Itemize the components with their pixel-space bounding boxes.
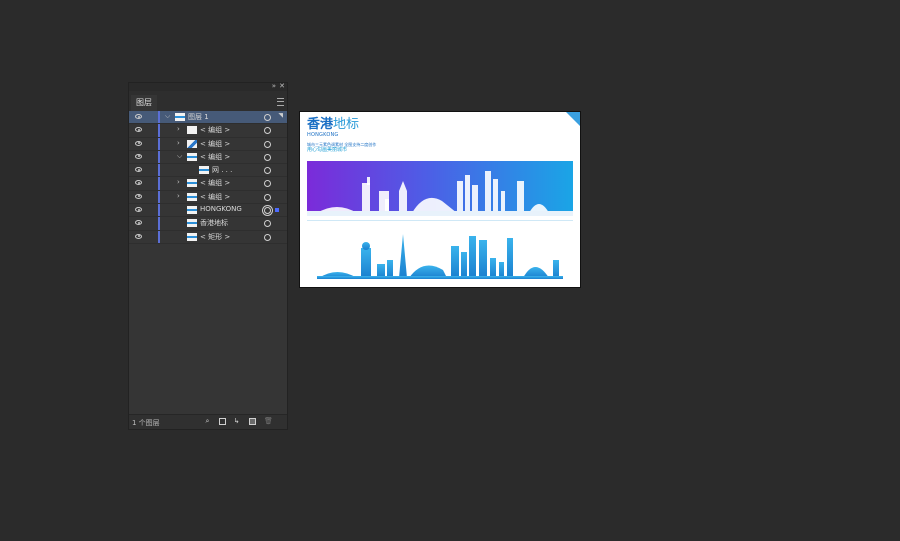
layer-name[interactable]: 图层 1: [188, 112, 209, 122]
title-thin: 地标: [333, 117, 360, 132]
layers-panel: » ✕ 图层 ⌵ 图层 1 ◥ › < 编组 > › < 编组 > ⌵ < 编组 > 网 . . …: [128, 82, 288, 430]
layer-color-bar: [158, 217, 160, 230]
layer-name[interactable]: HONGKONG: [200, 205, 242, 213]
artboard-title-block: 香港地标 HONGKONG 城市三元素色调素材 全图支持二度创作 用心勾画美丽城…: [307, 118, 376, 154]
sublayer-row[interactable]: < 矩形 >: [129, 230, 287, 244]
sublayer-row[interactable]: 网 . . .: [129, 164, 287, 178]
layer-color-bar: [158, 164, 160, 177]
target-circle-icon[interactable]: [264, 127, 271, 135]
layer-name[interactable]: 香港地标: [200, 218, 228, 228]
layer-color-bar: [158, 137, 160, 150]
target-circle-icon[interactable]: [264, 114, 271, 121]
visibility-eye-icon[interactable]: [135, 193, 142, 199]
layer-color-bar: [158, 204, 160, 217]
layer-name[interactable]: < 编组 >: [200, 125, 230, 135]
expand-chevron-icon[interactable]: ›: [177, 139, 180, 147]
expand-chevron-icon[interactable]: ⌵: [165, 112, 170, 121]
layer-thumbnail: [199, 166, 209, 175]
sublayer-row[interactable]: › < 编组 >: [129, 124, 287, 138]
blue-skyline-illustration: [317, 234, 563, 279]
tab-layers[interactable]: 图层: [131, 95, 157, 111]
target-circle-icon[interactable]: [264, 180, 271, 188]
layer-thumbnail: [187, 179, 197, 188]
sublayer-row[interactable]: 香港地标: [129, 217, 287, 231]
collapse-panel-icon[interactable]: »: [272, 82, 276, 91]
panel-tab-row: 图层: [129, 91, 287, 112]
sublayer-row[interactable]: HONGKONG: [129, 204, 287, 218]
layers-list: ⌵ 图层 1 ◥ › < 编组 > › < 编组 > ⌵ < 编组 > 网 . . . › < 编组 …: [129, 111, 287, 244]
layer-name[interactable]: 网 . . .: [212, 165, 232, 175]
close-panel-icon[interactable]: ✕: [279, 82, 285, 91]
layer-name[interactable]: < 矩形 >: [200, 232, 230, 242]
target-circle-icon[interactable]: [264, 207, 271, 215]
visibility-eye-icon[interactable]: [135, 140, 142, 146]
visibility-eye-icon[interactable]: [135, 114, 142, 119]
clipping-mask-icon[interactable]: [219, 418, 226, 425]
white-skyline-illustration: [307, 171, 573, 216]
locate-object-icon[interactable]: ⌕: [204, 418, 211, 425]
sublayer-row[interactable]: ⌵ < 编组 >: [129, 150, 287, 165]
visibility-eye-icon[interactable]: [135, 167, 142, 173]
expand-chevron-icon[interactable]: ›: [177, 178, 180, 186]
artboard-title-en: HONGKONG: [307, 132, 339, 138]
visibility-eye-icon[interactable]: [135, 207, 142, 213]
target-circle-icon[interactable]: [264, 233, 271, 241]
target-circle-icon[interactable]: [264, 193, 271, 201]
target-circle-icon[interactable]: [264, 153, 271, 161]
layer-name[interactable]: < 编组 >: [200, 139, 230, 149]
layer-count-label: 1 个图层: [132, 419, 160, 427]
selection-indicator-icon[interactable]: [275, 208, 279, 213]
target-circle-icon[interactable]: [264, 140, 271, 148]
layer-thumbnail: [187, 232, 197, 241]
current-layer-icon: ◥: [278, 112, 283, 119]
visibility-eye-icon[interactable]: [135, 233, 142, 239]
visibility-eye-icon[interactable]: [135, 180, 142, 186]
sublayer-row[interactable]: › < 编组 >: [129, 137, 287, 151]
banner-divider: [307, 220, 573, 221]
layer-thumbnail: [187, 219, 197, 228]
visibility-eye-icon[interactable]: [135, 220, 142, 226]
layer-name[interactable]: < 编组 >: [200, 178, 230, 188]
delete-layer-icon[interactable]: 🗑: [264, 418, 273, 425]
layer-color-bar: [158, 177, 160, 190]
expand-chevron-icon[interactable]: ⌵: [177, 152, 182, 161]
layer-name[interactable]: < 编组 >: [200, 192, 230, 202]
panel-footer: 1 个图层 ⌕ ↳ 🗑: [129, 414, 287, 429]
sublayer-row[interactable]: › < 编组 >: [129, 190, 287, 205]
artboard-title: 香港地标: [307, 118, 376, 132]
layer-color-bar: [158, 124, 160, 137]
layer-thumbnail: [175, 113, 185, 121]
expand-chevron-icon[interactable]: ›: [177, 192, 180, 200]
layer-color-bar: [158, 230, 160, 243]
layer-thumbnail: [187, 126, 197, 135]
title-bold: 香港: [307, 117, 334, 132]
visibility-eye-icon[interactable]: [135, 153, 142, 159]
new-sublayer-icon[interactable]: ↳: [233, 418, 240, 425]
layer-color-bar: [158, 111, 160, 124]
layer-color-bar: [158, 190, 160, 204]
layer-row[interactable]: ⌵ 图层 1 ◥: [129, 111, 287, 125]
layer-color-bar: [158, 150, 160, 164]
layer-name[interactable]: < 编组 >: [200, 152, 230, 162]
panel-menu-icon[interactable]: [277, 98, 284, 106]
artboard-subtitle-2: 用心勾画美丽城市: [307, 147, 348, 153]
gradient-skyline-banner: [307, 161, 573, 216]
layer-thumbnail: [187, 206, 197, 215]
new-layer-icon[interactable]: [249, 418, 256, 425]
artboard[interactable]: 香港地标 HONGKONG 城市三元素色调素材 全图支持二度创作 用心勾画美丽城…: [299, 111, 581, 288]
layer-thumbnail: [187, 152, 197, 161]
panel-title-bar: » ✕: [129, 82, 287, 91]
sublayer-row[interactable]: › < 编组 >: [129, 177, 287, 191]
expand-chevron-icon[interactable]: ›: [177, 125, 180, 133]
layer-thumbnail: [187, 139, 197, 148]
layer-thumbnail: [187, 192, 197, 201]
visibility-eye-icon[interactable]: [135, 127, 142, 133]
corner-badge: [566, 112, 580, 126]
target-circle-icon[interactable]: [264, 220, 271, 228]
target-circle-icon[interactable]: [264, 167, 271, 175]
